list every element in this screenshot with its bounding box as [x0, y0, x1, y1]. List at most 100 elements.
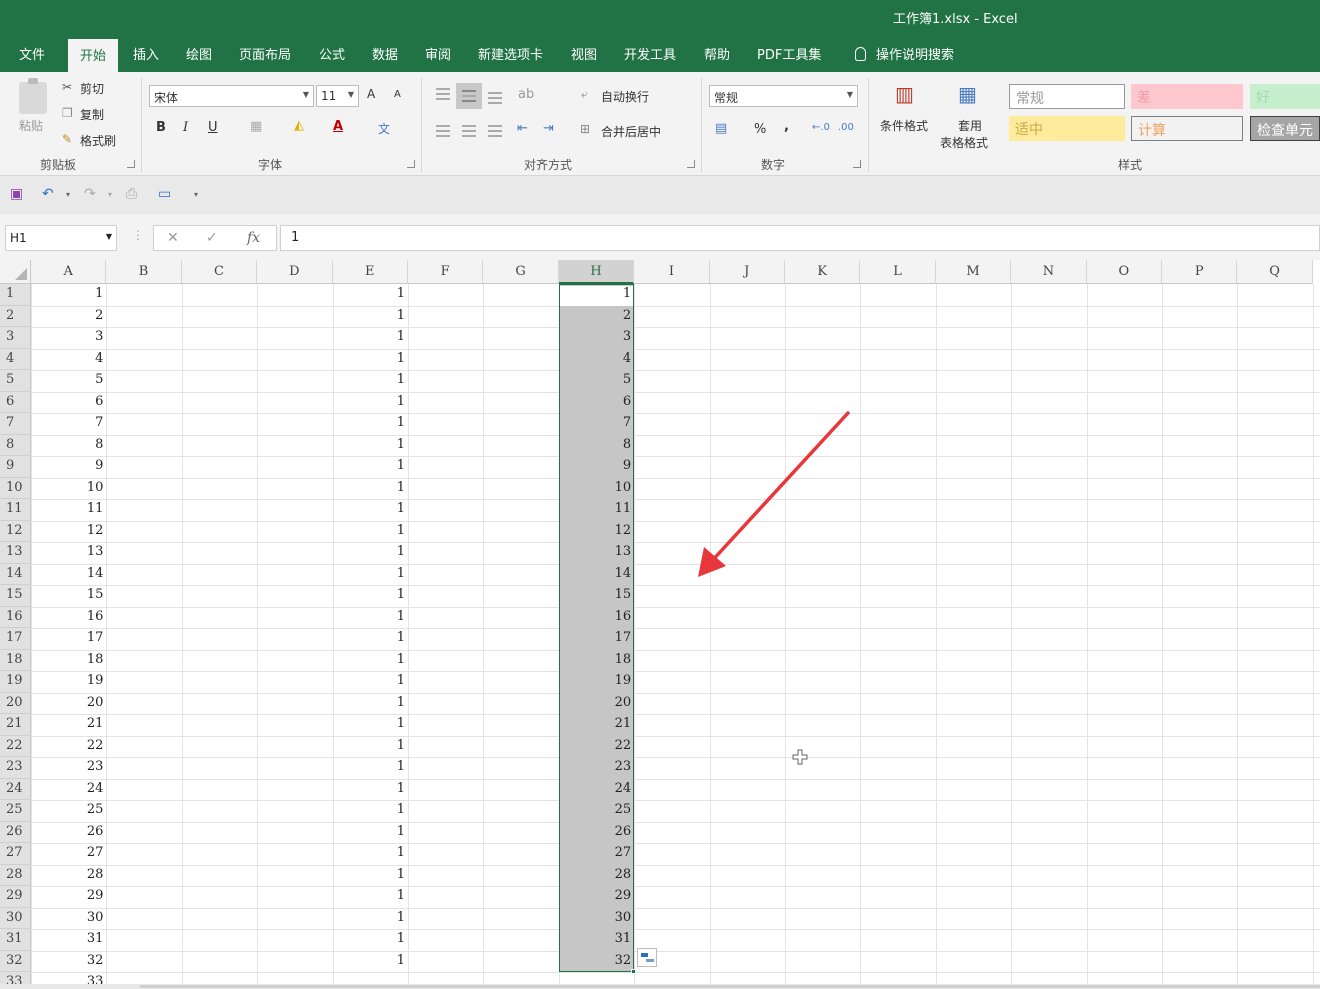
cell-h[interactable]: 9 [559, 456, 634, 478]
row-header[interactable]: 14 [0, 563, 31, 585]
row-header[interactable]: 32 [0, 950, 31, 972]
cell-a[interactable]: 19 [31, 671, 106, 693]
row-header[interactable]: 28 [0, 864, 31, 886]
cell-a[interactable]: 10 [31, 478, 106, 500]
cell-e[interactable]: 1 [333, 607, 408, 629]
tab-developer[interactable]: 开发工具 [624, 44, 676, 63]
cell-e[interactable]: 1 [333, 585, 408, 607]
cell-h[interactable]: 10 [559, 478, 634, 500]
row-header[interactable]: 24 [0, 778, 31, 800]
cell-a[interactable]: 5 [31, 370, 106, 392]
cell-h[interactable]: 6 [559, 392, 634, 414]
cell-h[interactable]: 14 [559, 564, 634, 586]
cell-e[interactable]: 1 [333, 779, 408, 801]
cell-a[interactable]: 21 [31, 714, 106, 736]
cell-a[interactable]: 26 [31, 822, 106, 844]
cell-a[interactable]: 11 [31, 499, 106, 521]
fill-color-icon[interactable]: ◭ [294, 118, 304, 133]
cell-a[interactable]: 24 [31, 779, 106, 801]
screen-icon[interactable]: ▭ [158, 186, 171, 202]
column-header-h[interactable]: H [558, 260, 635, 284]
redo-icon[interactable]: ↷ [84, 186, 96, 202]
cell-e[interactable]: 1 [333, 542, 408, 564]
left-align-icon[interactable] [436, 125, 450, 137]
top-align-icon[interactable] [436, 88, 450, 100]
row-header[interactable]: 6 [0, 391, 31, 413]
cell-h[interactable]: 3 [559, 327, 634, 349]
cell-e[interactable]: 1 [333, 521, 408, 543]
save-icon[interactable]: ▣ [10, 186, 23, 202]
grow-font-button[interactable]: A [367, 87, 375, 101]
cell-a[interactable]: 27 [31, 843, 106, 865]
cell-h[interactable]: 5 [559, 370, 634, 392]
cell-a[interactable]: 30 [31, 908, 106, 930]
column-header-d[interactable]: D [257, 260, 333, 284]
row-header[interactable]: 13 [0, 542, 31, 564]
select-all-button[interactable] [0, 260, 31, 284]
cell-a[interactable]: 9 [31, 456, 106, 478]
row-header[interactable]: 7 [0, 413, 31, 435]
row-header[interactable]: 9 [0, 456, 31, 478]
cell-a[interactable]: 29 [31, 886, 106, 908]
insert-function-button[interactable]: fx [247, 230, 260, 246]
comma-button[interactable]: , [784, 119, 789, 134]
name-box[interactable]: H1 ▼ [5, 225, 117, 251]
column-header-p[interactable]: P [1162, 260, 1238, 284]
tab-view[interactable]: 视图 [571, 44, 597, 63]
tab-insert[interactable]: 插入 [133, 44, 159, 63]
cell-h[interactable]: 32 [559, 951, 634, 973]
cut-button[interactable]: 剪切 [80, 80, 104, 97]
style-check-cell[interactable]: 检查单元 [1250, 116, 1320, 141]
cell-e[interactable]: 1 [333, 413, 408, 435]
cell-h[interactable]: 22 [559, 736, 634, 758]
underline-button[interactable]: U [208, 120, 218, 135]
alignment-launcher-icon[interactable] [687, 160, 695, 168]
style-good[interactable]: 好 [1250, 84, 1320, 109]
cancel-icon[interactable]: ✕ [167, 230, 179, 246]
cell-a[interactable]: 15 [31, 585, 106, 607]
cell-h[interactable]: 30 [559, 908, 634, 930]
column-header-b[interactable]: B [106, 260, 182, 284]
chevron-down-icon[interactable]: ▾ [108, 190, 112, 199]
cell-e[interactable]: 1 [333, 327, 408, 349]
cell-h[interactable]: 20 [559, 693, 634, 715]
column-header-i[interactable]: I [634, 260, 710, 284]
cell-h[interactable]: 23 [559, 757, 634, 779]
tab-pdf-tools[interactable]: PDF工具集 [757, 44, 821, 63]
cell-a[interactable]: 31 [31, 929, 106, 951]
column-header-e[interactable]: E [332, 260, 408, 284]
percent-button[interactable]: % [754, 122, 766, 137]
cell-h[interactable]: 19 [559, 671, 634, 693]
chevron-down-icon[interactable]: ▾ [66, 190, 70, 199]
cell-a[interactable]: 22 [31, 736, 106, 758]
cell-h[interactable]: 31 [559, 929, 634, 951]
wrap-text-button[interactable]: 自动换行 [601, 88, 649, 105]
cell-e[interactable]: 1 [333, 392, 408, 414]
cell-a[interactable]: 16 [31, 607, 106, 629]
cell-h[interactable]: 16 [559, 607, 634, 629]
cell-e[interactable]: 1 [333, 370, 408, 392]
tab-file[interactable]: 文件 [19, 44, 45, 63]
cell-a[interactable]: 12 [31, 521, 106, 543]
cell-h[interactable]: 26 [559, 822, 634, 844]
paste-button[interactable]: 粘贴 [19, 117, 43, 134]
cell-e[interactable]: 1 [333, 929, 408, 951]
cell-e[interactable]: 1 [333, 671, 408, 693]
cell-e[interactable]: 1 [333, 714, 408, 736]
border-icon[interactable]: ▦ [250, 119, 262, 134]
cell-e[interactable]: 1 [333, 499, 408, 521]
cell-h[interactable]: 12 [559, 521, 634, 543]
row-header[interactable]: 27 [0, 843, 31, 865]
row-header[interactable]: 17 [0, 628, 31, 650]
row-header[interactable]: 31 [0, 929, 31, 951]
cell-a[interactable]: 3 [31, 327, 106, 349]
worksheet-grid[interactable]: 1 2 3 4 5 6 7 8 9 10 11 12 13 14 15 16 17 18 19 20 21 22 23 24 2… [0, 260, 1320, 989]
cell-h[interactable]: 27 [559, 843, 634, 865]
cell-e[interactable]: 1 [333, 628, 408, 650]
cell-e[interactable]: 1 [333, 886, 408, 908]
row-header[interactable]: 19 [0, 671, 31, 693]
italic-button[interactable]: I [183, 120, 188, 135]
cell-a[interactable]: 20 [31, 693, 106, 715]
column-header-g[interactable]: G [483, 260, 559, 284]
cell-e[interactable]: 1 [333, 306, 408, 328]
